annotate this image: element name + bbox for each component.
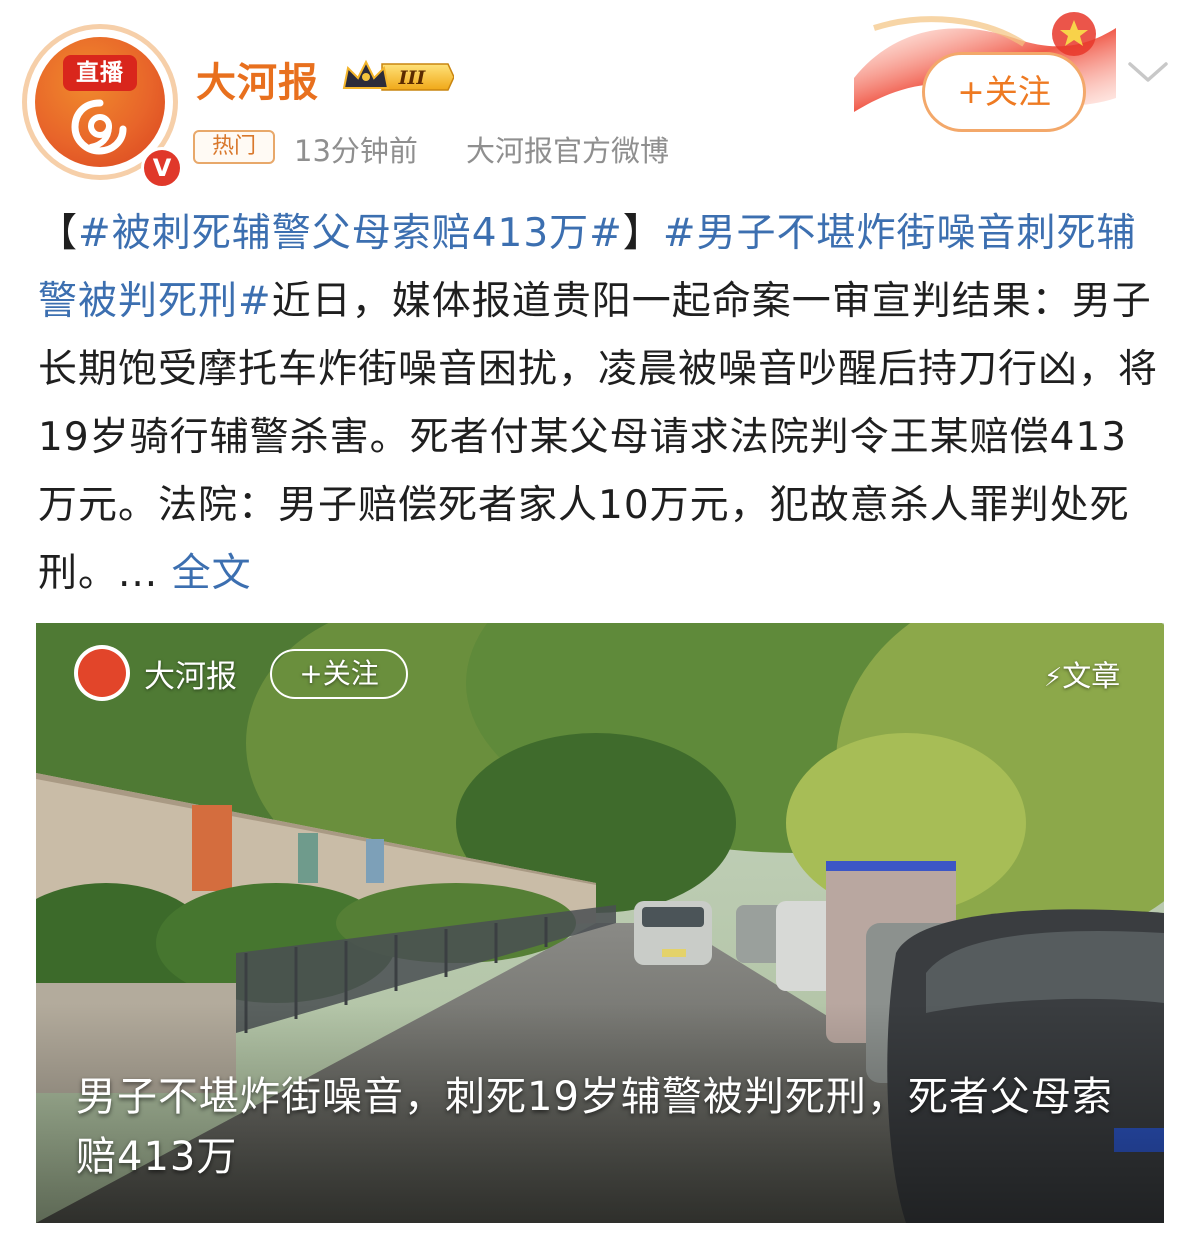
post-source: 大河报官方微博 xyxy=(466,134,670,168)
card-type-label: 文章 xyxy=(1062,659,1121,693)
avatar[interactable]: 直播 V xyxy=(22,24,183,189)
post-header: 直播 V 大河报 III 热门 13分钟前 大河报官方微博 +关注 xyxy=(0,0,1200,190)
crown-level-icon: III xyxy=(342,59,454,91)
topic-link-1[interactable]: #被刺死辅警父母索赔413万# xyxy=(78,211,623,256)
card-account-logo[interactable] xyxy=(74,645,130,701)
avatar-image: 直播 xyxy=(35,37,165,167)
post-body: 【#被刺死辅警父母索赔413万#】#男子不堪炸街噪音刺死辅警被判死刑#近日，媒体… xyxy=(38,200,1166,608)
brand-logo-icon xyxy=(71,99,127,155)
chevron-down-icon[interactable] xyxy=(1124,56,1172,88)
lightning-icon: ⚡ xyxy=(1044,663,1063,693)
card-type-tag: ⚡文章 xyxy=(1044,653,1120,695)
article-card[interactable]: 大河报 +关注 ⚡文章 男子不堪炸街噪音，刺死19岁辅警被判死刑，死者父母索赔4… xyxy=(36,623,1164,1223)
follow-button[interactable]: +关注 xyxy=(922,52,1086,132)
post-time: 13分钟前 xyxy=(294,134,418,168)
hot-tag: 热门 xyxy=(193,130,275,164)
bracket-close: 】 xyxy=(622,211,663,256)
card-follow-button[interactable]: +关注 xyxy=(270,649,408,699)
level-badge-text: III xyxy=(398,67,427,89)
verified-v-icon: V xyxy=(141,147,183,189)
bracket-open: 【 xyxy=(38,211,79,256)
account-name[interactable]: 大河报 xyxy=(196,50,319,108)
live-badge: 直播 xyxy=(63,55,137,91)
card-account-name[interactable]: 大河报 xyxy=(144,651,237,696)
brand-logo-icon xyxy=(78,649,126,697)
card-caption: 男子不堪炸街噪音，刺死19岁辅警被判死刑，死者父母索赔413万 xyxy=(76,1074,1113,1180)
post-body-text: 近日，媒体报道贵阳一起命案一审宣判结果：男子长期饱受摩托车炸街噪音困扰，凌晨被噪… xyxy=(38,279,1159,596)
expand-full-text-link[interactable]: 全文 xyxy=(172,551,252,596)
